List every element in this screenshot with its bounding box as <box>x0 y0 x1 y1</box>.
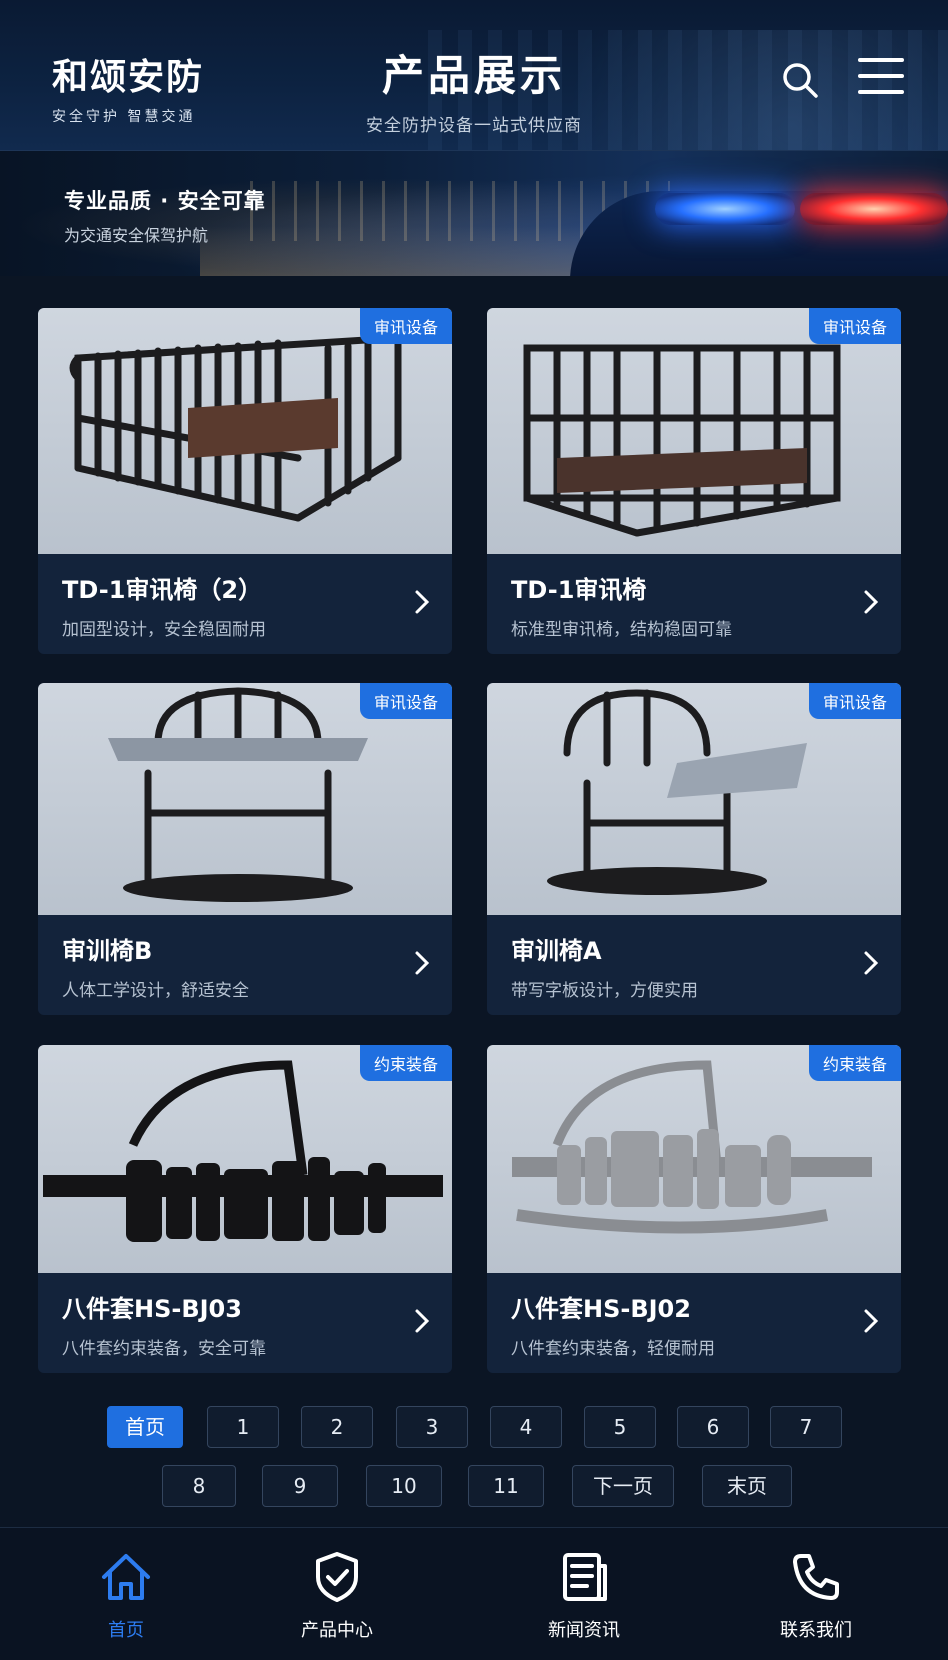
chevron-right-icon <box>415 590 430 614</box>
cage-chair-image <box>523 344 841 537</box>
banner-subtitle: 为交通安全保驾护航 <box>64 226 209 245</box>
product-card[interactable]: 约束装备 八件套HS-BJ02 八件套约束装备，轻便耐用 <box>487 1045 901 1373</box>
chevron-right-icon <box>864 951 879 975</box>
header: 和颂安防 安全守护 智慧交通 产品展示 安全防护设备一站式供应商 <box>0 0 948 150</box>
product-image: 审讯设备 <box>38 308 452 554</box>
page-next-button[interactable]: 下一页 <box>572 1465 674 1507</box>
nav-label: 产品中心 <box>301 1620 373 1641</box>
category-tag: 审讯设备 <box>808 683 901 719</box>
product-name: 审训椅A <box>511 937 602 965</box>
shield-check-icon <box>316 1552 358 1602</box>
product-image: 审讯设备 <box>487 308 901 554</box>
search-button[interactable] <box>780 60 820 100</box>
search-icon <box>783 63 818 98</box>
page-number-button[interactable]: 6 <box>677 1406 749 1448</box>
page-number-button[interactable]: 1 <box>207 1406 279 1448</box>
hero-banner: 专业品质 · 安全可靠 为交通安全保驾护航 <box>0 150 948 276</box>
product-card[interactable]: 审讯设备 TD-1审讯椅 标准型审讯椅，结构稳固可靠 <box>487 308 901 654</box>
chevron-right-icon <box>415 951 430 975</box>
chevron-right-icon <box>864 590 879 614</box>
product-info: 八件套HS-BJ02 八件套约束装备，轻便耐用 <box>487 1273 901 1373</box>
product-description: 人体工学设计，舒适安全 <box>62 981 249 1001</box>
category-tag: 审讯设备 <box>359 308 452 344</box>
product-info: TD-1审讯椅 标准型审讯椅，结构稳固可靠 <box>487 554 901 654</box>
cage-chair-image <box>69 334 402 522</box>
page-number-button[interactable]: 2 <box>301 1406 373 1448</box>
product-description: 八件套约束装备，轻便耐用 <box>511 1339 715 1359</box>
nav-item-home[interactable]: 首页 <box>56 1550 196 1642</box>
nav-label: 新闻资讯 <box>548 1620 620 1641</box>
page-number-button[interactable]: 9 <box>262 1465 338 1507</box>
category-tag: 约束装备 <box>808 1045 901 1081</box>
siren-red-light <box>800 193 948 225</box>
page-last-button[interactable]: 末页 <box>702 1465 792 1507</box>
page-number-button[interactable]: 10 <box>366 1465 442 1507</box>
nav-item-contact[interactable]: 联系我们 <box>746 1550 886 1642</box>
product-name: 八件套HS-BJ02 <box>511 1295 691 1323</box>
product-description: 标准型审讯椅，结构稳固可靠 <box>511 620 732 640</box>
page-subtitle: 安全防护设备一站式供应商 <box>366 116 582 136</box>
product-image: 审讯设备 <box>38 683 452 915</box>
product-info: 审训椅B 人体工学设计，舒适安全 <box>38 915 452 1015</box>
product-description: 带写字板设计，方便实用 <box>511 981 698 1001</box>
product-name: TD-1审讯椅（2） <box>62 576 263 604</box>
page-number-button[interactable]: 11 <box>468 1465 544 1507</box>
page-number-button[interactable]: 3 <box>396 1406 468 1448</box>
product-card[interactable]: 约束装备 八件套HS-BJ03 八件套约束装备，安全可靠 <box>38 1045 452 1373</box>
siren-blue-light <box>655 193 795 225</box>
bottom-navigation: 首页 产品中心 新闻资讯 联系我们 <box>0 1527 948 1660</box>
product-image: 审讯设备 <box>487 683 901 915</box>
page-number-button[interactable]: 7 <box>770 1406 842 1448</box>
product-name: 审训椅B <box>62 937 153 965</box>
product-name: 八件套HS-BJ03 <box>62 1295 242 1323</box>
phone-icon <box>793 1554 839 1600</box>
product-description: 加固型设计，安全稳固耐用 <box>62 620 266 640</box>
product-name: TD-1审讯椅 <box>511 576 647 604</box>
product-info: 八件套HS-BJ03 八件套约束装备，安全可靠 <box>38 1273 452 1373</box>
category-tag: 审讯设备 <box>359 683 452 719</box>
home-icon <box>102 1554 150 1600</box>
nav-item-products[interactable]: 产品中心 <box>267 1550 407 1642</box>
nav-label: 首页 <box>108 1620 144 1641</box>
product-info: TD-1审讯椅（2） 加固型设计，安全稳固耐用 <box>38 554 452 654</box>
nav-item-news[interactable]: 新闻资讯 <box>514 1550 654 1642</box>
product-image: 约束装备 <box>487 1045 901 1273</box>
product-description: 八件套约束装备，安全可靠 <box>62 1339 266 1359</box>
menu-icon <box>858 58 904 62</box>
category-tag: 约束装备 <box>359 1045 452 1081</box>
product-card[interactable]: 审讯设备 审训椅A 带写字板设计，方便实用 <box>487 683 901 1015</box>
product-info: 审训椅A 带写字板设计，方便实用 <box>487 915 901 1015</box>
page-number-button[interactable]: 8 <box>162 1465 236 1507</box>
nav-label: 联系我们 <box>780 1620 852 1641</box>
page-number-button[interactable]: 5 <box>584 1406 656 1448</box>
banner-title: 专业品质 · 安全可靠 <box>64 189 266 213</box>
chevron-right-icon <box>415 1309 430 1333</box>
product-card[interactable]: 审讯设备 审训椅B 人体工学设计，舒适安全 <box>38 683 452 1015</box>
chevron-right-icon <box>864 1309 879 1333</box>
page-number-button[interactable]: 4 <box>490 1406 562 1448</box>
product-image: 约束装备 <box>38 1045 452 1273</box>
news-icon <box>563 1553 607 1601</box>
menu-button[interactable] <box>858 58 904 98</box>
page-first-button[interactable]: 首页 <box>107 1406 183 1448</box>
product-card[interactable]: 审讯设备 TD-1审讯椅（2） 加固型设计，安全稳固耐用 <box>38 308 452 654</box>
category-tag: 审讯设备 <box>808 308 901 344</box>
